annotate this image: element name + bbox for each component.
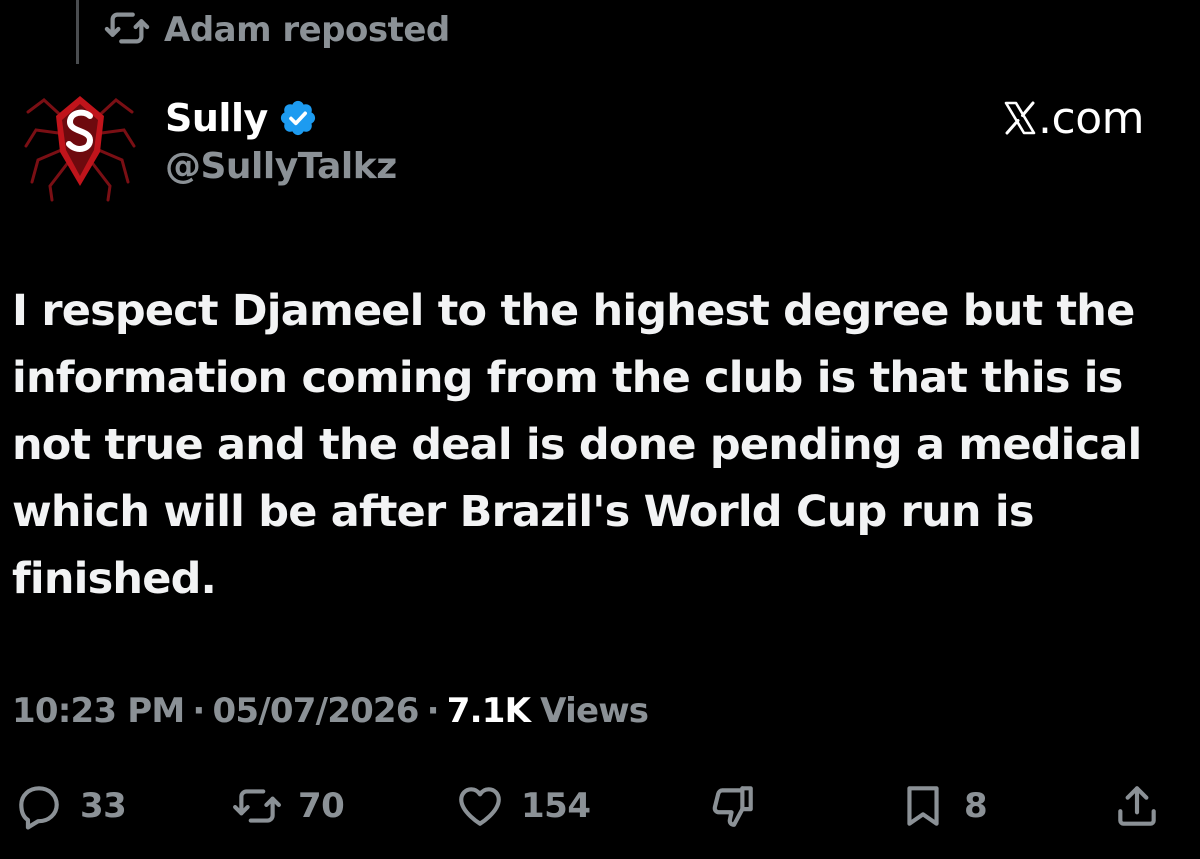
author-handle[interactable]: @SullyTalkz — [165, 146, 397, 187]
repost-button[interactable]: 70 — [232, 776, 345, 836]
repost-banner-text[interactable]: Adam reposted — [164, 10, 450, 50]
watermark-text: .com — [1038, 92, 1144, 144]
reply-count: 33 — [80, 786, 127, 826]
repost-icon — [232, 781, 282, 831]
author-display-name[interactable]: Sully — [165, 96, 268, 140]
repost-banner: Adam reposted — [104, 6, 450, 54]
author-name-row: Sully — [165, 92, 318, 144]
like-button[interactable]: 154 — [455, 776, 591, 836]
repost-icon — [104, 5, 150, 55]
bookmark-count: 8 — [964, 786, 988, 826]
action-bar: 33 70 154 8 — [0, 776, 1200, 836]
thumbs-down-icon — [708, 781, 758, 831]
meta-separator: · — [426, 691, 440, 731]
tweet-date[interactable]: 05/07/2026 — [213, 691, 420, 731]
like-count: 154 — [521, 786, 591, 826]
thread-connector-line — [76, 0, 79, 64]
site-watermark: .com — [1003, 92, 1144, 144]
tweet-text: I respect Djameel to the highest degree … — [12, 286, 1142, 604]
x-logo-icon — [1003, 100, 1038, 136]
bookmark-icon — [898, 781, 948, 831]
avatar[interactable] — [22, 82, 138, 202]
tweet-time[interactable]: 10:23 PM — [12, 691, 185, 731]
repost-count: 70 — [298, 786, 345, 826]
heart-icon — [455, 781, 505, 831]
share-button[interactable] — [1112, 776, 1162, 836]
views-label: Views — [540, 691, 649, 731]
spider-logo-avatar — [24, 96, 136, 202]
verified-badge-icon — [278, 98, 318, 138]
meta-separator: · — [192, 691, 205, 731]
tweet-meta: 10:23 PM · 05/07/2026 · 7.1K Views — [12, 686, 649, 736]
views-count: 7.1K — [446, 691, 531, 731]
bookmark-button[interactable]: 8 — [898, 776, 988, 836]
reply-icon — [14, 781, 64, 831]
dislike-button[interactable] — [708, 776, 758, 836]
share-icon — [1112, 781, 1162, 831]
reply-button[interactable]: 33 — [14, 776, 127, 836]
